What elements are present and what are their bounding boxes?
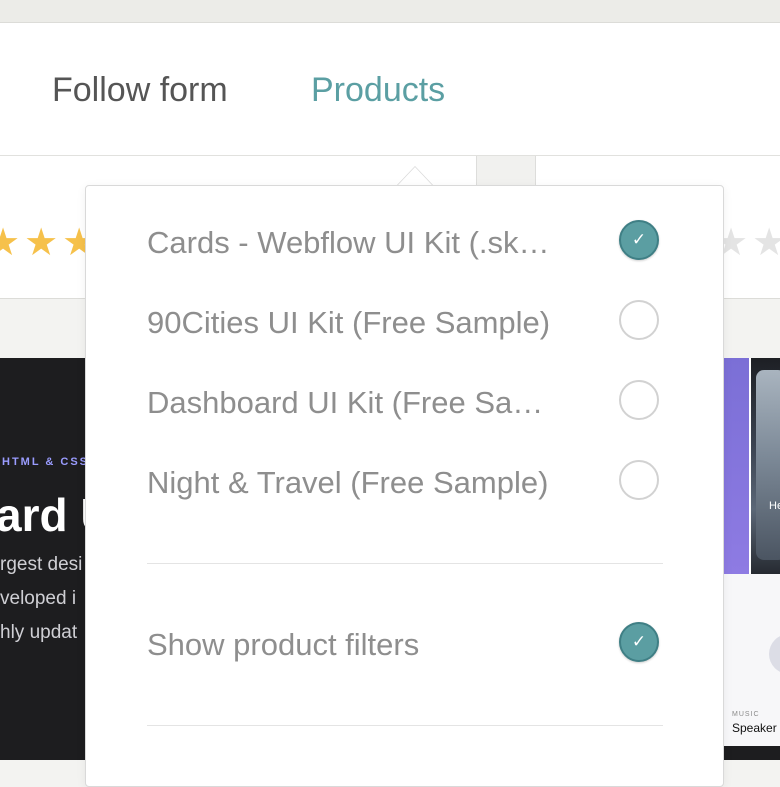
dropdown-item-label: 90Cities UI Kit (Free Sample)	[147, 305, 551, 340]
unchecked-radio[interactable]	[619, 460, 659, 500]
preview-headline: ard U	[0, 489, 86, 541]
dropdown-item-label: Cards - Webflow UI Kit (.sk…	[147, 225, 550, 260]
tab-follow-form[interactable]: Follow form	[52, 70, 228, 110]
preview-photo-text: He	[769, 500, 780, 512]
dropdown-item-90cities[interactable]: 90Cities UI Kit (Free Sample)	[147, 295, 667, 351]
show-filters-label: Show product filters	[147, 627, 420, 662]
speaker-image	[769, 634, 780, 674]
products-dropdown: Cards - Webflow UI Kit (.sk… ✓ 90Cities …	[85, 185, 724, 787]
tab-products[interactable]: Products	[311, 70, 445, 110]
tab-bar: Follow form Products	[0, 23, 780, 156]
checked-radio[interactable]: ✓	[619, 220, 659, 260]
dropdown-item-label: Night & Travel (Free Sample)	[147, 465, 549, 500]
preview-line: hly updat	[0, 622, 78, 643]
preview-photo-inner	[756, 370, 780, 560]
show-filters-toggle[interactable]: ✓	[619, 622, 659, 662]
dropdown-divider	[147, 725, 663, 726]
product-preview-left[interactable]: HTML & CSS ard U rgest desi veloped i hl…	[0, 358, 86, 760]
music-title: Speaker	[732, 721, 777, 735]
music-kicker: MUSIC	[732, 711, 760, 718]
preview-purple-panel	[723, 358, 749, 574]
preview-kicker: HTML & CSS	[2, 456, 86, 468]
unchecked-radio[interactable]	[619, 300, 659, 340]
check-icon: ✓	[631, 632, 647, 652]
check-icon: ✓	[631, 230, 647, 250]
dropdown-item-night-travel[interactable]: Night & Travel (Free Sample)	[147, 455, 667, 511]
unchecked-radio[interactable]	[619, 380, 659, 420]
dropdown-item-cards-webflow[interactable]: Cards - Webflow UI Kit (.sk… ✓	[147, 215, 667, 271]
product-preview-right[interactable]: He MUSIC Speaker	[723, 358, 780, 760]
strip-divider	[476, 156, 536, 186]
dropdown-item-dashboard[interactable]: Dashboard UI Kit (Free Sa…	[147, 375, 667, 431]
dropdown-caret	[397, 166, 433, 185]
preview-line: rgest desi	[0, 554, 83, 575]
show-product-filters-option[interactable]: Show product filters ✓	[147, 617, 667, 673]
dropdown-item-label: Dashboard UI Kit (Free Sa…	[147, 385, 544, 420]
preview-bottom-bar	[723, 746, 780, 760]
window-top-strip	[0, 0, 780, 23]
preview-photo	[751, 358, 780, 574]
preview-line: veloped i	[0, 588, 77, 609]
dropdown-divider	[147, 563, 663, 564]
